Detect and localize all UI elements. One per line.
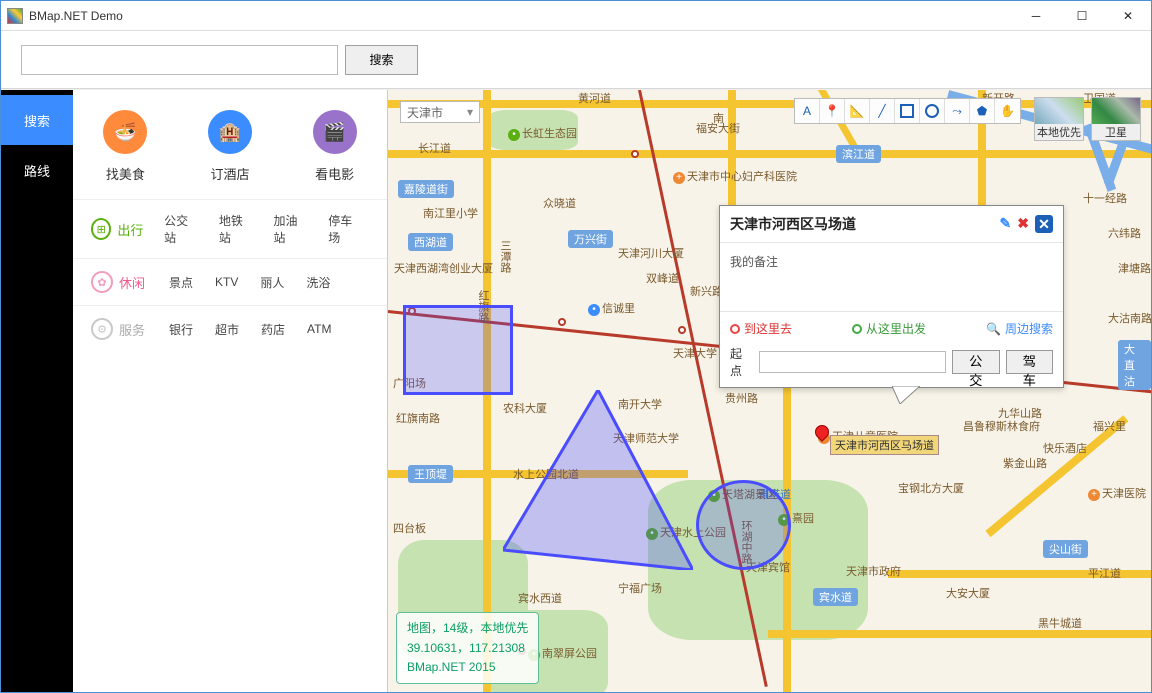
tool-text[interactable]: A xyxy=(795,99,820,123)
city-select[interactable]: 天津市 xyxy=(400,101,480,123)
link-bank[interactable]: 银行 xyxy=(161,321,201,338)
link-bath[interactable]: 洗浴 xyxy=(298,274,338,291)
badge: 王顶堤 xyxy=(408,465,453,483)
search-bar: 搜索 xyxy=(1,31,1151,89)
quick-food[interactable]: 🍜 找美食 xyxy=(103,110,147,183)
cat-service: ⚙ 服务 银行 超市 药店 ATM xyxy=(73,305,387,352)
layer-satellite[interactable]: 卫星 xyxy=(1091,97,1141,141)
app-icon xyxy=(7,8,23,24)
info-title: 天津市河西区马场道 xyxy=(730,214,856,234)
layer-thumb-icon xyxy=(1092,98,1140,124)
ring-icon xyxy=(852,324,862,334)
link-nearby[interactable]: 🔍周边搜索 xyxy=(986,320,1053,337)
maximize-button[interactable]: ☐ xyxy=(1059,1,1105,31)
info-close-button[interactable]: ✕ xyxy=(1035,215,1053,233)
link-to-here[interactable]: 到这里去 xyxy=(730,320,792,337)
badge: 宾水道 xyxy=(813,588,858,606)
link-atm[interactable]: ATM xyxy=(299,322,339,336)
cat-travel: ⊞ 出行 公交站 地铁站 加油站 停车场 xyxy=(73,199,387,258)
badge: 大直沽 xyxy=(1118,340,1151,390)
food-icon: 🍜 xyxy=(103,110,147,154)
status-coords: 39.10631，117.21308 xyxy=(407,639,528,658)
info-window: 天津市河西区马场道 ✎ ✖ ✕ 我的备注 到这里去 从这里出发 🔍周边搜索 xyxy=(719,205,1064,388)
side-tab-search[interactable]: 搜索 xyxy=(1,95,73,145)
tool-polygon[interactable]: ⬟ xyxy=(970,99,995,123)
tool-hand[interactable]: ✋ xyxy=(995,99,1020,123)
drawn-triangle[interactable] xyxy=(503,390,693,570)
tool-marker[interactable]: 📍 xyxy=(820,99,845,123)
status-copyright: BMap.NET 2015 xyxy=(407,658,528,677)
info-remark: 我的备注 xyxy=(720,243,1063,311)
badge: 滨江道 xyxy=(836,145,881,163)
delete-icon[interactable]: ✖ xyxy=(1017,215,1029,233)
status-box: 地图，14级，本地优先 39.10631，117.21308 BMap.NET … xyxy=(396,612,539,684)
drive-button[interactable]: 驾车 xyxy=(1006,350,1054,374)
window-title: BMap.NET Demo xyxy=(29,9,1013,23)
search-button[interactable]: 搜索 xyxy=(345,45,418,75)
map-marker[interactable] xyxy=(815,425,829,447)
service-icon: ⚙ xyxy=(91,318,113,340)
info-arrow-icon xyxy=(892,386,920,404)
ring-icon xyxy=(730,324,740,334)
layer-thumb-icon xyxy=(1035,98,1083,124)
badge: 尖山街 xyxy=(1043,540,1088,558)
link-pharmacy[interactable]: 药店 xyxy=(253,321,293,338)
movie-icon: 🎬 xyxy=(313,110,357,154)
quick-hotel[interactable]: 🏨 订酒店 xyxy=(208,110,252,183)
minimize-button[interactable]: ─ xyxy=(1013,1,1059,31)
side-tabs: 搜索 路线 xyxy=(1,90,73,692)
link-sight[interactable]: 景点 xyxy=(161,274,201,291)
drawn-circle[interactable] xyxy=(696,480,791,570)
app-window: BMap.NET Demo ─ ☐ ✕ 搜索 搜索 路线 🍜 找美食 🏨 订酒店 xyxy=(0,0,1152,693)
side-panel: 🍜 找美食 🏨 订酒店 🎬 看电影 ⊞ 出行 公交站 地铁站 加油站 停车场 xyxy=(73,90,388,692)
quick-movie[interactable]: 🎬 看电影 xyxy=(313,110,357,183)
origin-input[interactable] xyxy=(759,351,946,373)
map-canvas[interactable]: 黄河道 长江道 红旗路 福安大街 三潭路 水上公园北道 雅塔道 红旗南路 新开路… xyxy=(388,90,1151,692)
travel-icon: ⊞ xyxy=(91,218,111,240)
tool-circle[interactable] xyxy=(920,99,945,123)
link-beauty[interactable]: 丽人 xyxy=(252,274,292,291)
link-metro[interactable]: 地铁站 xyxy=(211,212,260,246)
tool-ruler[interactable]: 📐 xyxy=(845,99,870,123)
close-button[interactable]: ✕ xyxy=(1105,1,1151,31)
link-from-here[interactable]: 从这里出发 xyxy=(852,320,926,337)
search-input[interactable] xyxy=(21,45,338,75)
link-gas[interactable]: 加油站 xyxy=(266,212,315,246)
cat-leisure: ✿ 休闲 景点 KTV 丽人 洗浴 xyxy=(73,258,387,305)
titlebar: BMap.NET Demo ─ ☐ ✕ xyxy=(1,1,1151,31)
layer-local[interactable]: 本地优先 xyxy=(1034,97,1084,141)
link-market[interactable]: 超市 xyxy=(207,321,247,338)
hotel-icon: 🏨 xyxy=(208,110,252,154)
badge: 嘉陵道街 xyxy=(398,180,454,198)
map-toolbar: A 📍 📐 ╱ ⤳ ⬟ ✋ xyxy=(794,98,1021,124)
drawn-rect[interactable] xyxy=(403,305,513,395)
edit-icon[interactable]: ✎ xyxy=(1000,215,1012,233)
origin-label: 起点 xyxy=(730,345,753,379)
badge: 万兴街 xyxy=(568,230,613,248)
marker-label: 天津市河西区马场道 xyxy=(830,435,939,455)
side-tab-route[interactable]: 路线 xyxy=(1,145,73,195)
tool-line[interactable]: ╱ xyxy=(870,99,895,123)
leisure-icon: ✿ xyxy=(91,271,113,293)
badge: 西湖道 xyxy=(408,233,453,251)
link-ktv[interactable]: KTV xyxy=(207,275,246,289)
tool-polyline[interactable]: ⤳ xyxy=(945,99,970,123)
link-bus[interactable]: 公交站 xyxy=(156,212,205,246)
bus-button[interactable]: 公交 xyxy=(952,350,1000,374)
link-park[interactable]: 停车场 xyxy=(320,212,369,246)
search-icon: 🔍 xyxy=(986,322,1001,336)
tool-rect[interactable] xyxy=(895,99,920,123)
status-zoom: 地图，14级，本地优先 xyxy=(407,619,528,638)
